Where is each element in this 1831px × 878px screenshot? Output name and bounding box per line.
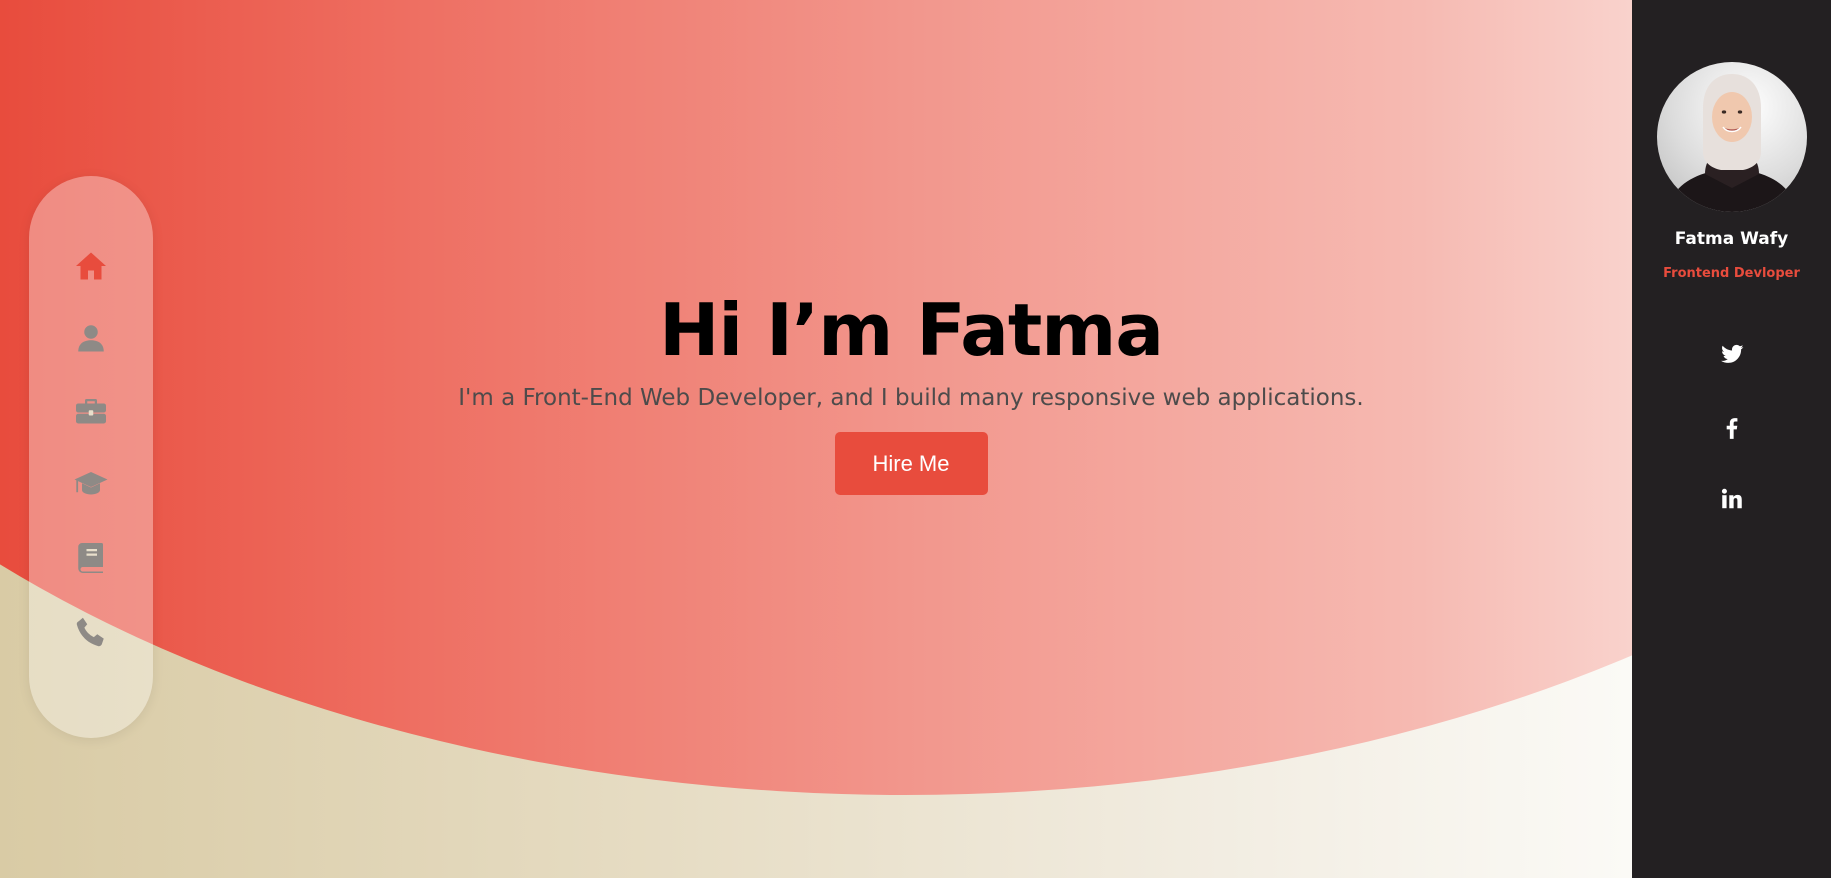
- nav-item-contact[interactable]: [71, 612, 111, 652]
- facebook-icon: [1726, 418, 1737, 439]
- hire-me-button[interactable]: Hire Me: [834, 432, 988, 495]
- hero-subtitle: I'm a Front-End Web Developer, and I bui…: [458, 385, 1364, 411]
- nav-item-blog[interactable]: [71, 538, 111, 578]
- social-link-facebook[interactable]: [1717, 413, 1747, 443]
- social-link-linkedin[interactable]: [1717, 484, 1747, 514]
- linkedin-icon: [1721, 488, 1742, 509]
- page: Hi I’m Fatma I'm a Front-End Web Develop…: [0, 0, 1831, 878]
- profile-photo: [1667, 74, 1797, 212]
- avatar: [1657, 62, 1807, 212]
- book-icon: [78, 543, 103, 573]
- phone-icon: [76, 617, 104, 647]
- profile-sidebar: Fatma Wafy Frontend Devloper: [1632, 0, 1831, 878]
- hero-section: Hi I’m Fatma I'm a Front-End Web Develop…: [0, 288, 1632, 495]
- main-hero-area: Hi I’m Fatma I'm a Front-End Web Develop…: [0, 0, 1632, 878]
- hero-title: Hi I’m Fatma: [659, 288, 1164, 372]
- profile-name: Fatma Wafy: [1674, 229, 1789, 249]
- nav-item-home[interactable]: [71, 246, 111, 286]
- social-link-twitter[interactable]: [1717, 339, 1747, 369]
- profile-role: Frontend Devloper: [1663, 266, 1800, 281]
- home-icon: [76, 252, 106, 280]
- twitter-icon: [1720, 344, 1743, 363]
